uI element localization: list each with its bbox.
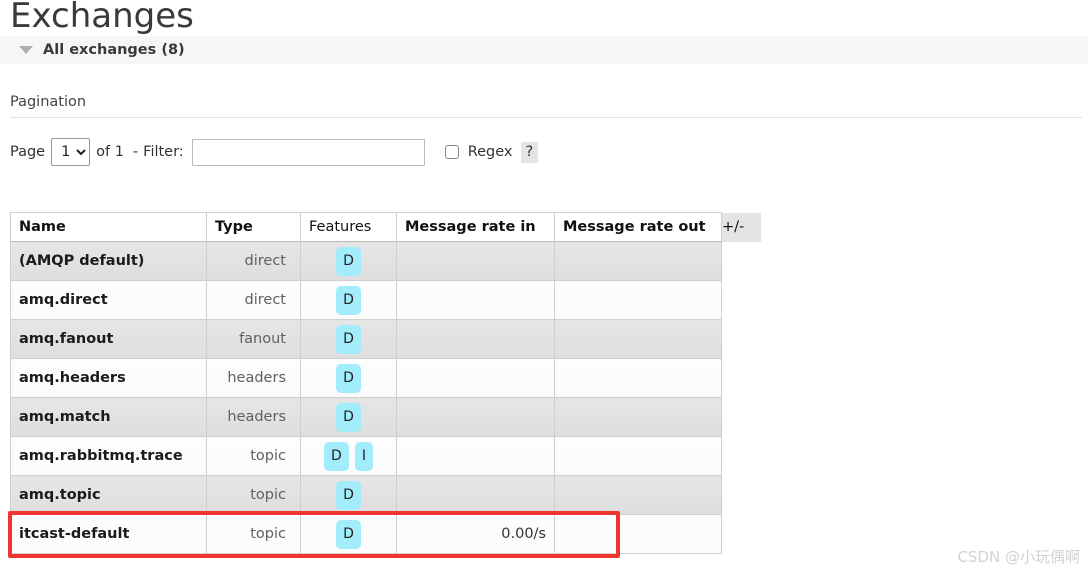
feature-badge-d: D [336,519,361,549]
filter-label: Filter: [143,144,184,160]
exchanges-table: Name Type Features Message rate in Messa… [10,212,761,554]
table-row[interactable]: itcast-default topic D 0.00/s [10,514,761,554]
regex-option[interactable]: Regex [444,144,513,160]
table-row[interactable]: amq.direct direct D [10,280,761,320]
cell-exchange-name[interactable]: amq.headers [10,358,207,398]
cell-message-rate-in [396,280,555,320]
page-select[interactable]: 1 [51,138,91,166]
page-total-label: of 1 [96,144,124,160]
cell-exchange-name[interactable]: amq.direct [10,280,207,320]
table-row[interactable]: amq.headers headers D [10,358,761,398]
cell-message-rate-in [396,319,555,359]
watermark: CSDN @小玩偶啊 [957,548,1080,566]
cell-exchange-features: D [300,397,397,437]
cell-exchange-type: direct [206,280,301,320]
cell-exchange-features: D [300,514,397,554]
cell-exchange-name[interactable]: amq.match [10,397,207,437]
feature-badge-d: D [324,441,349,471]
feature-badge-d: D [336,480,361,510]
cell-message-rate-in [396,475,555,515]
regex-help-button[interactable]: ? [520,141,539,163]
all-exchanges-label: All exchanges (8) [43,42,185,58]
column-header-message-rate-out[interactable]: Message rate out [554,212,722,242]
column-header-name[interactable]: Name [10,212,207,242]
cell-message-rate-in [396,436,555,476]
pagination-heading: Pagination [10,94,87,110]
page-label: Page [10,144,46,160]
cell-message-rate-out [554,397,722,437]
cell-message-rate-out [554,319,722,359]
cell-exchange-type: direct [206,241,301,281]
cell-spacer [722,515,761,554]
pagination-divider [10,117,1082,118]
pagination-controls: Page 1 of 1 - Filter: Regex ? [10,138,539,166]
cell-message-rate-in: 0.00/s [396,514,555,554]
cell-exchange-features: D [300,358,397,398]
feature-badge-d: D [336,402,361,432]
cell-spacer [722,320,761,359]
filter-input[interactable] [191,138,425,166]
table-body: (AMQP default) direct Damq.direct direct Dam… [10,241,761,554]
table-row[interactable]: (AMQP default) direct D [10,241,761,281]
column-toggle-button[interactable]: +/- [721,212,761,242]
cell-spacer [722,242,761,281]
cell-message-rate-in [396,397,555,437]
cell-exchange-name[interactable]: amq.topic [10,475,207,515]
cell-exchange-type: fanout [206,319,301,359]
cell-message-rate-in [396,241,555,281]
cell-spacer [722,359,761,398]
cell-message-rate-out [554,358,722,398]
cell-exchange-features: D [300,241,397,281]
table-row[interactable]: amq.topic topic D [10,475,761,515]
cell-exchange-features: D [300,319,397,359]
cell-exchange-name[interactable]: amq.fanout [10,319,207,359]
cell-exchange-name[interactable]: itcast-default [10,514,207,554]
exchanges-page: Exchanges All exchanges (8) Pagination P… [0,0,1088,575]
cell-exchange-features: DI [300,436,397,476]
all-exchanges-section-header[interactable]: All exchanges (8) [0,36,1088,64]
table-row[interactable]: amq.fanout fanout D [10,319,761,359]
regex-label: Regex [467,144,513,160]
page-title: Exchanges [10,0,194,36]
cell-exchange-type: topic [206,475,301,515]
column-header-message-rate-in[interactable]: Message rate in [396,212,555,242]
cell-exchange-name[interactable]: amq.rabbitmq.trace [10,436,207,476]
cell-message-rate-out [554,475,722,515]
table-row[interactable]: amq.rabbitmq.trace topic D I [10,436,761,476]
cell-exchange-type: headers [206,397,301,437]
cell-message-rate-in [396,358,555,398]
cell-exchange-type: headers [206,358,301,398]
cell-spacer [722,476,761,515]
table-header-row: Name Type Features Message rate in Messa… [10,212,761,242]
column-header-features[interactable]: Features [300,212,397,242]
cell-exchange-features: D [300,280,397,320]
cell-exchange-type: topic [206,436,301,476]
feature-badge-d: D [336,246,361,276]
pagination-dash: - [132,144,139,160]
column-header-type[interactable]: Type [206,212,301,242]
table-head: Name Type Features Message rate in Messa… [10,212,761,242]
cell-spacer [722,281,761,320]
cell-message-rate-out [554,280,722,320]
feature-badge-d: D [336,363,361,393]
triangle-down-icon[interactable] [19,46,33,54]
cell-spacer [722,398,761,437]
cell-exchange-type: topic [206,514,301,554]
table-row[interactable]: amq.match headers D [10,397,761,437]
cell-message-rate-out [554,241,722,281]
feature-badge-d: D [336,285,361,315]
feature-badge-d: D [336,324,361,354]
cell-exchange-features: D [300,475,397,515]
cell-exchange-name[interactable]: (AMQP default) [10,241,207,281]
exchanges-table-wrap: Name Type Features Message rate in Messa… [10,212,761,554]
cell-spacer [722,437,761,476]
feature-badge-i: I [354,441,373,471]
cell-message-rate-out [554,514,722,554]
regex-checkbox[interactable] [444,145,459,159]
cell-message-rate-out [554,436,722,476]
